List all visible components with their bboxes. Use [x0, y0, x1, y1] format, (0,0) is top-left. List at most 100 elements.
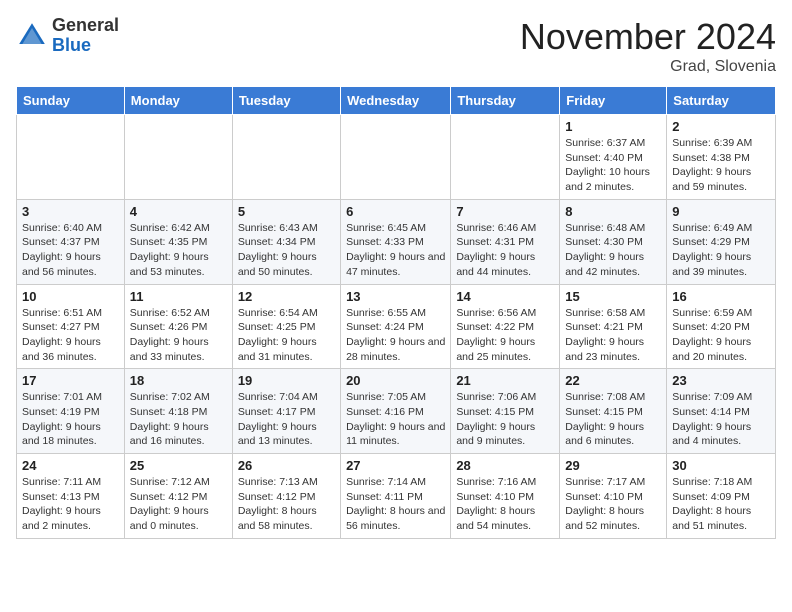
day-info: Sunrise: 7:17 AM Sunset: 4:10 PM Dayligh…: [565, 475, 661, 534]
header-tuesday: Tuesday: [232, 87, 340, 115]
month-title: November 2024: [520, 16, 776, 58]
day-info: Sunrise: 6:43 AM Sunset: 4:34 PM Dayligh…: [238, 221, 335, 280]
day-info: Sunrise: 7:05 AM Sunset: 4:16 PM Dayligh…: [346, 390, 445, 449]
day-number: 24: [22, 458, 119, 473]
day-info: Sunrise: 6:39 AM Sunset: 4:38 PM Dayligh…: [672, 136, 770, 195]
day-number: 23: [672, 373, 770, 388]
calendar-cell: [124, 115, 232, 200]
day-info: Sunrise: 7:11 AM Sunset: 4:13 PM Dayligh…: [22, 475, 119, 534]
calendar-cell: 18 Sunrise: 7:02 AM Sunset: 4:18 PM Dayli…: [124, 369, 232, 454]
calendar-cell: 9Sunrise: 6:49 AM Sunset: 4:29 PM Daylig…: [667, 199, 776, 284]
day-number: 16: [672, 289, 770, 304]
day-number: 25: [130, 458, 227, 473]
calendar-cell: 14 Sunrise: 6:56 AM Sunset: 4:22 PM Dayli…: [451, 284, 560, 369]
day-number: 21: [456, 373, 554, 388]
day-info: Sunrise: 6:42 AM Sunset: 4:35 PM Dayligh…: [130, 221, 227, 280]
day-number: 15: [565, 289, 661, 304]
calendar-cell: [232, 115, 340, 200]
calendar-cell: 17Sunrise: 7:01 AM Sunset: 4:19 PM Dayli…: [17, 369, 125, 454]
calendar-cell: 6Sunrise: 6:45 AM Sunset: 4:33 PM Daylig…: [341, 199, 451, 284]
calendar-week-3: 10 Sunrise: 6:51 AM Sunset: 4:27 PM Dayli…: [17, 284, 776, 369]
title-block: November 2024 Grad, Slovenia: [520, 16, 776, 76]
calendar-cell: 12 Sunrise: 6:54 AM Sunset: 4:25 PM Dayli…: [232, 284, 340, 369]
day-number: 1: [565, 119, 661, 134]
calendar-cell: 5Sunrise: 6:43 AM Sunset: 4:34 PM Daylig…: [232, 199, 340, 284]
header-saturday: Saturday: [667, 87, 776, 115]
day-number: 26: [238, 458, 335, 473]
day-info: Sunrise: 6:56 AM Sunset: 4:22 PM Dayligh…: [456, 306, 554, 365]
calendar-cell: 19Sunrise: 7:04 AM Sunset: 4:17 PM Dayli…: [232, 369, 340, 454]
calendar-cell: 3Sunrise: 6:40 AM Sunset: 4:37 PM Daylig…: [17, 199, 125, 284]
calendar-cell: 28 Sunrise: 7:16 AM Sunset: 4:10 PM Dayli…: [451, 454, 560, 539]
header-monday: Monday: [124, 87, 232, 115]
calendar-cell: 13 Sunrise: 6:55 AM Sunset: 4:24 PM Dayli…: [341, 284, 451, 369]
calendar-cell: 8 Sunrise: 6:48 AM Sunset: 4:30 PM Daylig…: [560, 199, 667, 284]
logo-blue: Blue: [52, 36, 119, 56]
day-number: 28: [456, 458, 554, 473]
header-sunday: Sunday: [17, 87, 125, 115]
day-info: Sunrise: 7:02 AM Sunset: 4:18 PM Dayligh…: [130, 390, 227, 449]
day-info: Sunrise: 6:46 AM Sunset: 4:31 PM Dayligh…: [456, 221, 554, 280]
calendar-cell: 10 Sunrise: 6:51 AM Sunset: 4:27 PM Dayli…: [17, 284, 125, 369]
day-number: 3: [22, 204, 119, 219]
calendar-cell: 2Sunrise: 6:39 AM Sunset: 4:38 PM Daylig…: [667, 115, 776, 200]
logo-text: General Blue: [52, 16, 119, 56]
calendar-cell: 26 Sunrise: 7:13 AM Sunset: 4:12 PM Dayli…: [232, 454, 340, 539]
day-number: 20: [346, 373, 445, 388]
day-info: Sunrise: 7:16 AM Sunset: 4:10 PM Dayligh…: [456, 475, 554, 534]
calendar-cell: 27 Sunrise: 7:14 AM Sunset: 4:11 PM Dayli…: [341, 454, 451, 539]
header-wednesday: Wednesday: [341, 87, 451, 115]
day-number: 14: [456, 289, 554, 304]
day-number: 7: [456, 204, 554, 219]
day-number: 29: [565, 458, 661, 473]
calendar-week-2: 3Sunrise: 6:40 AM Sunset: 4:37 PM Daylig…: [17, 199, 776, 284]
day-info: Sunrise: 7:04 AM Sunset: 4:17 PM Dayligh…: [238, 390, 335, 449]
calendar-cell: 4 Sunrise: 6:42 AM Sunset: 4:35 PM Daylig…: [124, 199, 232, 284]
calendar-cell: 1 Sunrise: 6:37 AM Sunset: 4:40 PM Daylig…: [560, 115, 667, 200]
day-info: Sunrise: 6:48 AM Sunset: 4:30 PM Dayligh…: [565, 221, 661, 280]
calendar-cell: 11Sunrise: 6:52 AM Sunset: 4:26 PM Dayli…: [124, 284, 232, 369]
day-number: 9: [672, 204, 770, 219]
day-number: 4: [130, 204, 227, 219]
header-thursday: Thursday: [451, 87, 560, 115]
day-number: 30: [672, 458, 770, 473]
logo: General Blue: [16, 16, 119, 56]
day-number: 27: [346, 458, 445, 473]
day-number: 12: [238, 289, 335, 304]
logo-general: General: [52, 16, 119, 36]
day-info: Sunrise: 6:59 AM Sunset: 4:20 PM Dayligh…: [672, 306, 770, 365]
calendar-cell: 30 Sunrise: 7:18 AM Sunset: 4:09 PM Dayli…: [667, 454, 776, 539]
calendar-cell: 24 Sunrise: 7:11 AM Sunset: 4:13 PM Dayli…: [17, 454, 125, 539]
calendar-cell: 16 Sunrise: 6:59 AM Sunset: 4:20 PM Dayli…: [667, 284, 776, 369]
calendar-table: SundayMondayTuesdayWednesdayThursdayFrid…: [16, 86, 776, 539]
location: Grad, Slovenia: [520, 58, 776, 76]
calendar-header-row: SundayMondayTuesdayWednesdayThursdayFrid…: [17, 87, 776, 115]
day-info: Sunrise: 7:09 AM Sunset: 4:14 PM Dayligh…: [672, 390, 770, 449]
day-info: Sunrise: 7:06 AM Sunset: 4:15 PM Dayligh…: [456, 390, 554, 449]
day-number: 18: [130, 373, 227, 388]
day-info: Sunrise: 6:37 AM Sunset: 4:40 PM Dayligh…: [565, 136, 661, 195]
day-number: 13: [346, 289, 445, 304]
day-number: 10: [22, 289, 119, 304]
day-info: Sunrise: 6:54 AM Sunset: 4:25 PM Dayligh…: [238, 306, 335, 365]
calendar-week-4: 17Sunrise: 7:01 AM Sunset: 4:19 PM Dayli…: [17, 369, 776, 454]
calendar-cell: 21 Sunrise: 7:06 AM Sunset: 4:15 PM Dayli…: [451, 369, 560, 454]
calendar-cell: 20 Sunrise: 7:05 AM Sunset: 4:16 PM Dayli…: [341, 369, 451, 454]
logo-icon: [16, 20, 48, 52]
day-info: Sunrise: 6:58 AM Sunset: 4:21 PM Dayligh…: [565, 306, 661, 365]
calendar-week-5: 24 Sunrise: 7:11 AM Sunset: 4:13 PM Dayli…: [17, 454, 776, 539]
day-info: Sunrise: 7:08 AM Sunset: 4:15 PM Dayligh…: [565, 390, 661, 449]
day-info: Sunrise: 7:18 AM Sunset: 4:09 PM Dayligh…: [672, 475, 770, 534]
calendar-cell: 23 Sunrise: 7:09 AM Sunset: 4:14 PM Dayli…: [667, 369, 776, 454]
day-number: 8: [565, 204, 661, 219]
calendar-cell: 29 Sunrise: 7:17 AM Sunset: 4:10 PM Dayli…: [560, 454, 667, 539]
calendar-cell: [341, 115, 451, 200]
calendar-cell: [451, 115, 560, 200]
day-info: Sunrise: 7:14 AM Sunset: 4:11 PM Dayligh…: [346, 475, 445, 534]
day-info: Sunrise: 7:12 AM Sunset: 4:12 PM Dayligh…: [130, 475, 227, 534]
day-info: Sunrise: 6:51 AM Sunset: 4:27 PM Dayligh…: [22, 306, 119, 365]
day-info: Sunrise: 7:13 AM Sunset: 4:12 PM Dayligh…: [238, 475, 335, 534]
day-number: 6: [346, 204, 445, 219]
day-info: Sunrise: 6:55 AM Sunset: 4:24 PM Dayligh…: [346, 306, 445, 365]
header-friday: Friday: [560, 87, 667, 115]
